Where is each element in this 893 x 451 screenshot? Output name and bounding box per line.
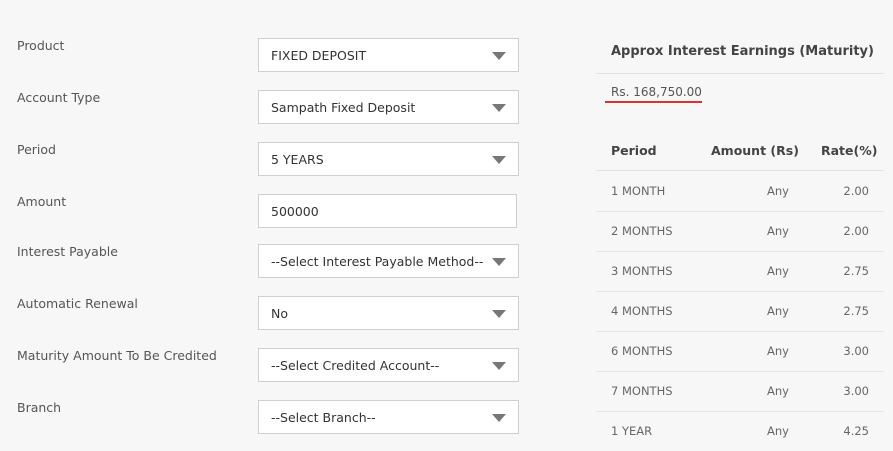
branch-select[interactable]: --Select Branch-- <box>258 400 519 434</box>
automatic-renewal-select[interactable]: No <box>258 296 519 330</box>
row-period: 4 MONTHS <box>611 304 673 318</box>
row-rate: 2.75 <box>843 304 869 318</box>
interest-payable-select[interactable]: --Select Interest Payable Method-- <box>258 244 519 278</box>
table-header-rate: Rate(%) <box>821 143 878 158</box>
row-period: 2 MONTHS <box>611 224 673 238</box>
row-rate: 2.75 <box>843 264 869 278</box>
row-amount: Any <box>767 224 789 238</box>
row-rate: 3.00 <box>843 384 869 398</box>
amount-input[interactable]: 500000 <box>258 194 517 228</box>
account-type-select-value: Sampath Fixed Deposit <box>271 100 416 115</box>
label-automatic-renewal: Automatic Renewal <box>17 296 138 311</box>
interest-earnings-title: Approx Interest Earnings (Maturity) <box>611 44 874 59</box>
row-amount: Any <box>767 184 789 198</box>
row-rate: 2.00 <box>843 224 869 238</box>
label-maturity-account: Maturity Amount To Be Credited <box>17 348 217 363</box>
label-account-type: Account Type <box>17 90 101 105</box>
row-rate: 3.00 <box>843 344 869 358</box>
interest-earnings-amount: Rs. 168,750.00 <box>611 85 702 99</box>
chevron-down-icon <box>492 52 506 60</box>
divider <box>596 73 884 74</box>
row-amount: Any <box>767 384 789 398</box>
row-period: 7 MONTHS <box>611 384 673 398</box>
chevron-down-icon <box>492 362 506 370</box>
branch-select-value: --Select Branch-- <box>271 410 376 425</box>
table-row: 1 YEAR Any 4.25 <box>596 411 884 451</box>
maturity-account-select[interactable]: --Select Credited Account-- <box>258 348 519 382</box>
table-header-period: Period <box>611 143 657 158</box>
row-amount: Any <box>767 424 789 438</box>
chevron-down-icon <box>492 310 506 318</box>
row-rate: 2.00 <box>843 184 869 198</box>
row-amount: Any <box>767 264 789 278</box>
product-select[interactable]: FIXED DEPOSIT <box>258 38 519 72</box>
row-amount: Any <box>767 304 789 318</box>
chevron-down-icon <box>492 156 506 164</box>
table-header-amount: Amount (Rs) <box>711 143 799 158</box>
row-period: 1 YEAR <box>611 424 653 438</box>
automatic-renewal-select-value: No <box>271 306 288 321</box>
amount-input-value: 500000 <box>271 204 319 219</box>
chevron-down-icon <box>492 104 506 112</box>
chevron-down-icon <box>492 414 506 422</box>
amount-underline <box>605 101 702 103</box>
row-rate: 4.25 <box>843 424 869 438</box>
table-row: 3 MONTHS Any 2.75 <box>596 251 884 292</box>
row-period: 6 MONTHS <box>611 344 673 358</box>
label-branch: Branch <box>17 400 62 415</box>
table-row: 2 MONTHS Any 2.00 <box>596 211 884 252</box>
table-row: 4 MONTHS Any 2.75 <box>596 291 884 332</box>
chevron-down-icon <box>492 258 506 266</box>
interest-payable-select-value: --Select Interest Payable Method-- <box>271 254 484 269</box>
row-amount: Any <box>767 344 789 358</box>
table-row: 6 MONTHS Any 3.00 <box>596 331 884 372</box>
account-type-select[interactable]: Sampath Fixed Deposit <box>258 90 519 124</box>
label-period: Period <box>17 142 56 157</box>
label-amount: Amount <box>17 194 67 209</box>
table-row: 7 MONTHS Any 3.00 <box>596 371 884 412</box>
period-select[interactable]: 5 YEARS <box>258 142 519 176</box>
maturity-account-select-value: --Select Credited Account-- <box>271 358 440 373</box>
table-row: 1 MONTH Any 2.00 <box>596 171 884 212</box>
label-product: Product <box>17 38 65 53</box>
label-interest-payable: Interest Payable <box>17 244 118 259</box>
product-select-value: FIXED DEPOSIT <box>271 48 367 63</box>
row-period: 3 MONTHS <box>611 264 673 278</box>
period-select-value: 5 YEARS <box>271 152 324 167</box>
row-period: 1 MONTH <box>611 184 666 198</box>
